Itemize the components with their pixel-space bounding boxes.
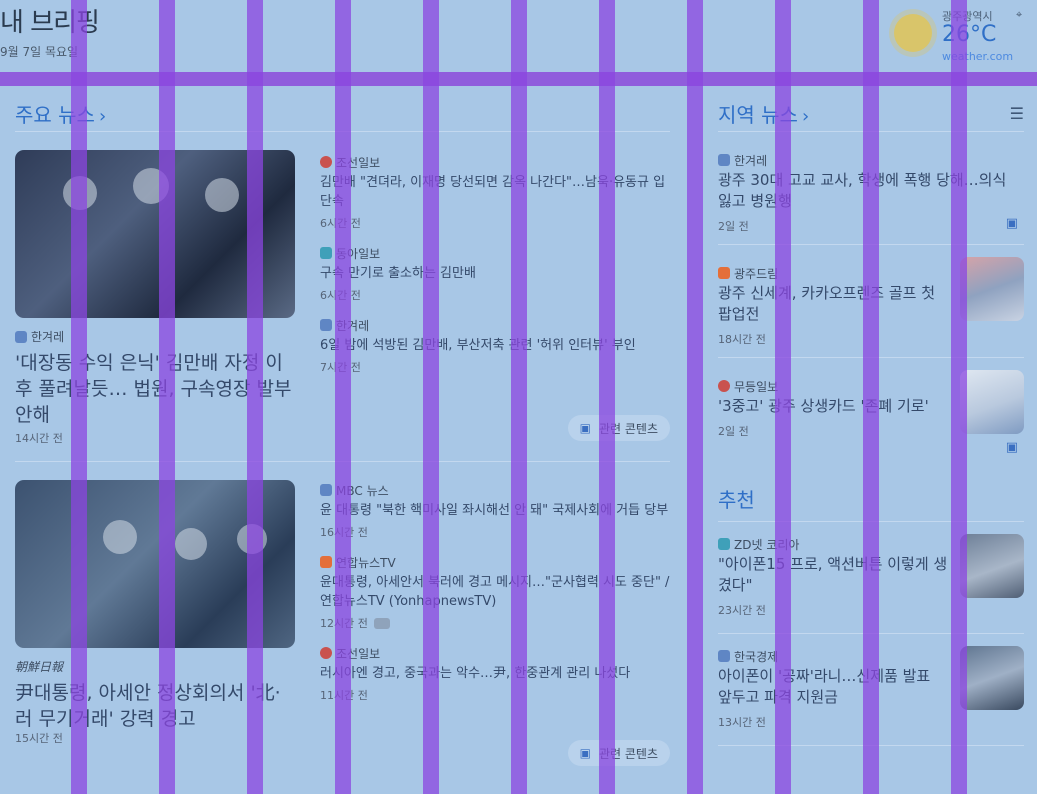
sub-source: MBC 뉴스 <box>320 482 670 498</box>
local-headline[interactable]: '3중고' 광주 상생카드 '존폐 기로' <box>718 396 948 417</box>
overlay-stripe <box>863 0 879 794</box>
local-source-label: 무등일보 <box>734 379 779 394</box>
recommended-headline[interactable]: 아이폰이 '공짜'라니…신제품 발표 앞두고 파격 지원금 <box>718 666 948 708</box>
overlay-stripe <box>511 0 527 794</box>
sub-time-row: 12시간 전 <box>320 615 670 631</box>
story-source: 朝鮮日報 <box>15 658 63 675</box>
chevron-right-icon: › <box>98 106 107 127</box>
sub-article[interactable]: 조선일보 김만배 "견뎌라, 이재명 당선되면 감옥 나간다"…남욱·유동규 입… <box>320 154 670 231</box>
story-sub-list: MBC 뉴스 윤 대통령 "북한 핵미사일 좌시해선 안 돼" 국제사회에 거듭… <box>320 482 670 717</box>
recommended-source: ZD넷 코리아 <box>718 536 948 552</box>
overlay-stripe <box>71 0 87 794</box>
recommended-thumbnail[interactable] <box>960 534 1024 598</box>
overlay-stripe <box>687 0 703 794</box>
sub-article[interactable]: MBC 뉴스 윤 대통령 "북한 핵미사일 좌시해선 안 돼" 국제사회에 거듭… <box>320 482 670 540</box>
local-time: 18시간 전 <box>718 333 766 346</box>
overlay-stripe <box>599 0 615 794</box>
overlay-stripe <box>247 0 263 794</box>
recommended-source: 한국경제 <box>718 648 948 664</box>
recommended-title[interactable]: 추천 <box>718 484 755 513</box>
sub-article[interactable]: 한겨레 6일 밤에 석방된 김만배, 부산저축 관련 '허위 인터뷰' 부인 7… <box>320 317 670 375</box>
related-content-icon: ▣ <box>579 746 591 760</box>
sub-source: 동아일보 <box>320 245 670 261</box>
source-logo-icon <box>320 556 332 568</box>
related-content-button[interactable]: ▣ 관련 콘텐츠 <box>567 415 670 441</box>
sub-time: 7시간 전 <box>320 361 361 374</box>
sub-time: 16시간 전 <box>320 526 368 539</box>
sub-headline[interactable]: 러시아엔 경고, 중국과는 악수…尹, 한중관계 관리 나섰다 <box>320 664 670 683</box>
story-time: 15시간 전 <box>15 732 63 745</box>
sub-headline[interactable]: 구속 만기로 출소하는 김만배 <box>320 264 670 283</box>
sub-time: 6시간 전 <box>320 217 361 230</box>
overlay-stripe <box>159 0 175 794</box>
source-logo-icon <box>320 484 332 496</box>
video-play-icon <box>373 617 390 629</box>
source-logo-icon <box>320 647 332 659</box>
recommended-headline[interactable]: "아이폰15 프로, 액션버튼 이렇게 생겼다" <box>718 554 948 596</box>
sub-time: 6시간 전 <box>320 289 361 302</box>
page-date: 9월 7일 목요일 <box>0 45 79 59</box>
overlay-stripe <box>775 0 791 794</box>
source-logo-icon <box>718 267 730 279</box>
related-content-icon[interactable]: ▣ <box>1006 440 1018 455</box>
local-headline[interactable]: 광주 신세계, 카카오프렌즈 골프 첫 팝업전 <box>718 283 948 325</box>
recommended-source-label: 한국경제 <box>734 649 779 664</box>
related-content-icon: ▣ <box>579 421 591 435</box>
sub-source: 한겨레 <box>320 317 670 333</box>
overlay-stripe <box>951 0 967 794</box>
source-logo-icon <box>718 650 730 662</box>
related-content-icon[interactable]: ▣ <box>1006 216 1018 231</box>
source-logo-icon <box>15 330 27 343</box>
source-logo-icon <box>718 154 730 166</box>
briefing-page: 내 브리핑 9월 7일 목요일 광주광역시 ⌖ 26°C weather.com… <box>0 0 1037 794</box>
sub-source: 조선일보 <box>320 645 670 661</box>
source-logo-icon <box>718 380 730 392</box>
story-time: 14시간 전 <box>15 432 63 445</box>
source-logo-icon <box>320 247 332 259</box>
local-source: 무등일보 <box>718 378 948 394</box>
source-logo-icon <box>320 319 332 331</box>
local-news-title[interactable]: 지역 뉴스 › <box>718 99 809 128</box>
sub-article[interactable]: 조선일보 러시아엔 경고, 중국과는 악수…尹, 한중관계 관리 나섰다 11시… <box>320 645 670 703</box>
local-source-label: 광주드림 <box>734 266 779 281</box>
source-logo-icon <box>320 156 332 168</box>
sub-source: 조선일보 <box>320 154 670 170</box>
story-source-label: 朝鮮日報 <box>15 660 64 674</box>
sub-source: 연합뉴스TV <box>320 554 670 570</box>
local-time: 2일 전 <box>718 425 749 438</box>
sub-headline[interactable]: 6일 밤에 석방된 김만배, 부산저축 관련 '허위 인터뷰' 부인 <box>320 336 670 355</box>
sun-icon <box>894 14 932 52</box>
sub-headline[interactable]: 김만배 "견뎌라, 이재명 당선되면 감옥 나간다"…남욱·유동규 입단속 <box>320 173 670 211</box>
story-source: 한겨레 <box>15 328 64 345</box>
local-source-label: 한겨레 <box>734 153 768 168</box>
story-source-label: 한겨레 <box>31 330 65 344</box>
sub-headline[interactable]: 윤대통령, 아세안서 북러에 경고 메시지…"군사협력 시도 중단" / 연합뉴… <box>320 573 670 611</box>
sub-article[interactable]: 동아일보 구속 만기로 출소하는 김만배 6시간 전 <box>320 245 670 303</box>
location-pin-icon[interactable]: ⌖ <box>1016 8 1022 22</box>
recommended-thumbnail[interactable] <box>960 646 1024 710</box>
local-source: 광주드림 <box>718 265 948 281</box>
source-logo-icon <box>718 538 730 550</box>
top-news-title[interactable]: 주요 뉴스 › <box>15 99 106 128</box>
overlay-stripe <box>335 0 351 794</box>
sub-time: 11시간 전 <box>320 689 368 702</box>
local-thumbnail[interactable] <box>960 370 1024 434</box>
sub-headline[interactable]: 윤 대통령 "북한 핵미사일 좌시해선 안 돼" 국제사회에 거듭 당부 <box>320 501 670 520</box>
story-sub-list: 조선일보 김만배 "견뎌라, 이재명 당선되면 감옥 나간다"…남욱·유동규 입… <box>320 154 670 389</box>
recommended-time: 13시간 전 <box>718 716 766 729</box>
overlay-stripe <box>423 0 439 794</box>
recommended-time: 23시간 전 <box>718 604 766 617</box>
local-thumbnail[interactable] <box>960 257 1024 321</box>
related-content-button[interactable]: ▣ 관련 콘텐츠 <box>567 740 670 766</box>
chevron-right-icon: › <box>801 106 810 127</box>
sub-article[interactable]: 연합뉴스TV 윤대통령, 아세안서 북러에 경고 메시지…"군사협력 시도 중단… <box>320 554 670 631</box>
tune-icon[interactable]: ☰ <box>1010 104 1024 123</box>
